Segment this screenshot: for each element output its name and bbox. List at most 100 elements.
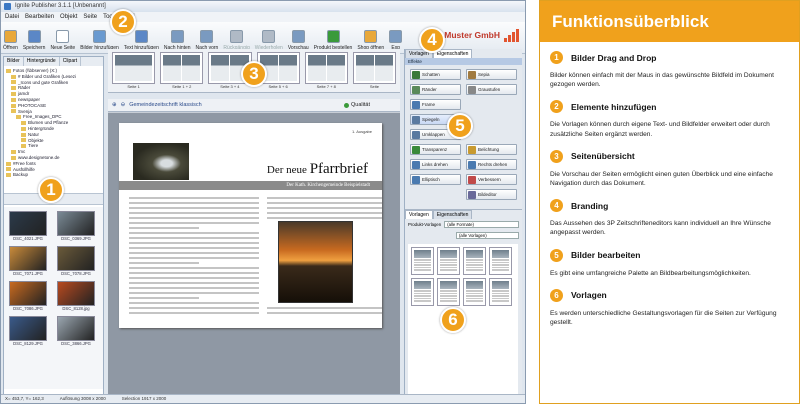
tree-item-label: _Icons und gute Grafiken [18, 79, 69, 85]
effect-button[interactable]: Verbessern [466, 174, 517, 185]
badge-4: 4 [419, 27, 445, 53]
status-text: Selection 1917 x 2000 [121, 396, 167, 401]
image-thumbnail[interactable]: DSC_3866.JPG [54, 316, 98, 348]
image-thumbnail[interactable]: DSC_7078.JPG [54, 246, 98, 278]
folder-icon [11, 97, 16, 102]
tree-item-label: Backup [13, 172, 29, 178]
feature-description: Es gibt eine umfangreiche Palette an Bil… [550, 269, 751, 277]
tab-eigenschaften-2[interactable]: Eigenschaften [432, 210, 473, 219]
effect-button[interactable]: Rechts drehen [466, 159, 517, 170]
template-thumbnail[interactable] [463, 278, 486, 306]
format-select[interactable]: (alle Formate) [444, 221, 519, 228]
menu-item[interactable]: Objekt [60, 14, 77, 20]
waterfall-photo[interactable] [133, 143, 189, 180]
thumbnail-image [9, 246, 47, 271]
toolbar-button[interactable]: Bilder hinzufügen [80, 30, 119, 51]
toolbar-button[interactable]: Produkt bestellen [314, 30, 352, 51]
status-text: X= 453,7, Y= 162,3 [5, 396, 44, 401]
page-thumbnail[interactable]: Seite 1 + 2 [160, 52, 204, 89]
brand-name: Muster GmbH [444, 30, 500, 40]
page-preview [304, 52, 348, 84]
feature-heading: 2 Elemente hinzufügen [550, 100, 789, 114]
sunset-photo[interactable] [278, 221, 353, 303]
page-thumbnail[interactable]: Seite 1 [112, 52, 156, 89]
thumbnail-image [57, 211, 95, 236]
tree-item-label: Fotos (\\bbserver) (X:) [13, 68, 58, 73]
toolbar-button-icon [230, 30, 244, 43]
toolbar-button[interactable]: Nach hinten [164, 30, 191, 51]
toolbar-button[interactable]: Vorschau [288, 30, 309, 51]
effect-button[interactable]: Ränder [410, 84, 461, 95]
effect-button[interactable]: Links drehen [410, 159, 461, 170]
layout-name[interactable]: Gemeindezeitschrift klassisch [129, 102, 201, 108]
template-thumbnail[interactable] [489, 247, 512, 275]
thumbnail-image [9, 281, 47, 306]
feature-title: Branding [571, 200, 609, 211]
thumbnail-name: DSC_7071.JPG [13, 271, 43, 276]
subtitle-band[interactable]: Der Kath. Kirchengemeinde Beispielstadt [119, 181, 382, 190]
effect-button[interactable]: Schatten [410, 69, 461, 80]
image-thumbnail[interactable]: DSC_4021.JPG [6, 211, 50, 243]
image-thumbnail[interactable]: DSC_7071.JPG [6, 246, 50, 278]
image-thumbnail[interactable]: DSC_7086.JPG [6, 281, 50, 313]
template-thumbnail[interactable] [463, 247, 486, 275]
menu-item[interactable]: Datei [5, 14, 19, 20]
tree-item-label: # Bilder und Grafiken (Lesezi [18, 73, 77, 79]
effect-button[interactable]: Bildeditor [466, 189, 517, 200]
folder-icon [21, 138, 26, 143]
toolbar-button[interactable]: Öffnen [3, 30, 18, 51]
document-canvas[interactable]: 1. Ausgabe Der neue Pfarrbrief Der Kath.… [108, 113, 400, 395]
zoom-icon[interactable]: ⊕ [112, 102, 117, 108]
toolbar-button[interactable]: Wiederholen [255, 30, 283, 51]
template-thumbnail[interactable] [411, 247, 434, 275]
template-thumbnail[interactable] [411, 278, 434, 306]
effect-button[interactable]: Graustufen [466, 84, 517, 95]
brand-bars-icon [503, 28, 519, 42]
image-thumbnail[interactable]: DSC_0369.JPG [54, 211, 98, 243]
toolbar-button[interactable]: Shop öffnen [357, 30, 384, 51]
tree-item-label: PHOTOCASE [18, 102, 47, 108]
media-tab[interactable]: Hintergründe [24, 57, 60, 66]
toolbar-button[interactable]: Rückgängig [223, 30, 250, 51]
template-select[interactable]: (alle Vorlagen) [456, 232, 519, 239]
badge-1: 1 [38, 177, 64, 203]
badge-6: 6 [440, 307, 466, 333]
publisher-window: Ignite Publisher 3.1.1 [Unbenannt] Datei… [0, 0, 526, 404]
templates-panel: Vorlagen Eigenschaften Produkt-Vorlagen … [405, 209, 522, 395]
effect-button[interactable]: Belichtung [466, 144, 517, 155]
document-title[interactable]: Der neue Pfarrbrief [267, 161, 368, 178]
menu-item[interactable]: Bearbeiten [25, 14, 54, 20]
image-thumbnail[interactable]: DSC_8128.jpg [54, 281, 98, 313]
media-tabs: Bilder Hintergründe Clipart [4, 57, 103, 66]
toolbar-button[interactable]: Nach vorn [196, 30, 218, 51]
folder-icon [11, 103, 16, 108]
toolbar-button[interactable]: Neue Seite [50, 30, 75, 51]
effect-button[interactable]: Sepia [466, 69, 517, 80]
page-thumbnail[interactable]: Seite 7 + 8 [304, 52, 348, 89]
media-tab[interactable]: Clipart [60, 57, 82, 66]
tree-item-label: tmc [18, 149, 26, 155]
effect-button[interactable]: Frame [410, 99, 461, 110]
toolbar-button[interactable]: Speichern [23, 30, 45, 51]
folder-tree[interactable]: Fotos (\\bbserver) (X:) # Bilder und Graf… [4, 66, 103, 194]
edition-label: 1. Ausgabe [351, 129, 372, 134]
tree-item-label: Ausfüllhilfe [13, 166, 35, 172]
media-tab[interactable]: Bilder [4, 57, 24, 66]
toolbar-button[interactable]: Exp [389, 30, 403, 51]
document-page[interactable]: 1. Ausgabe Der neue Pfarrbrief Der Kath.… [119, 123, 382, 328]
template-thumbnail[interactable] [489, 278, 512, 306]
template-thumbnail[interactable] [437, 278, 460, 306]
template-thumbnail[interactable] [437, 247, 460, 275]
thumbnail-name: DSC_8129.JPG [13, 341, 43, 346]
media-panel: Bilder Hintergründe Clipart Fotos (\\bbser… [3, 56, 104, 396]
image-thumbnail[interactable]: DSC_8129.JPG [6, 316, 50, 348]
zoom-out-icon[interactable]: ⊖ [121, 102, 126, 108]
feature-heading: 1 Bilder Drag and Drop [550, 51, 789, 64]
effect-button[interactable]: Elliptisch [410, 174, 461, 185]
feature-title: Bilder Drag and Drop [571, 52, 657, 63]
menu-item[interactable]: Seite [83, 14, 97, 20]
feature-description: Bilder können einfach mit der Maus in da… [550, 72, 774, 89]
effect-button[interactable]: Transparenz [410, 144, 461, 155]
tab-vorlagen-2[interactable]: Vorlagen [405, 210, 433, 219]
page-thumbnail[interactable]: Seite [352, 52, 397, 89]
